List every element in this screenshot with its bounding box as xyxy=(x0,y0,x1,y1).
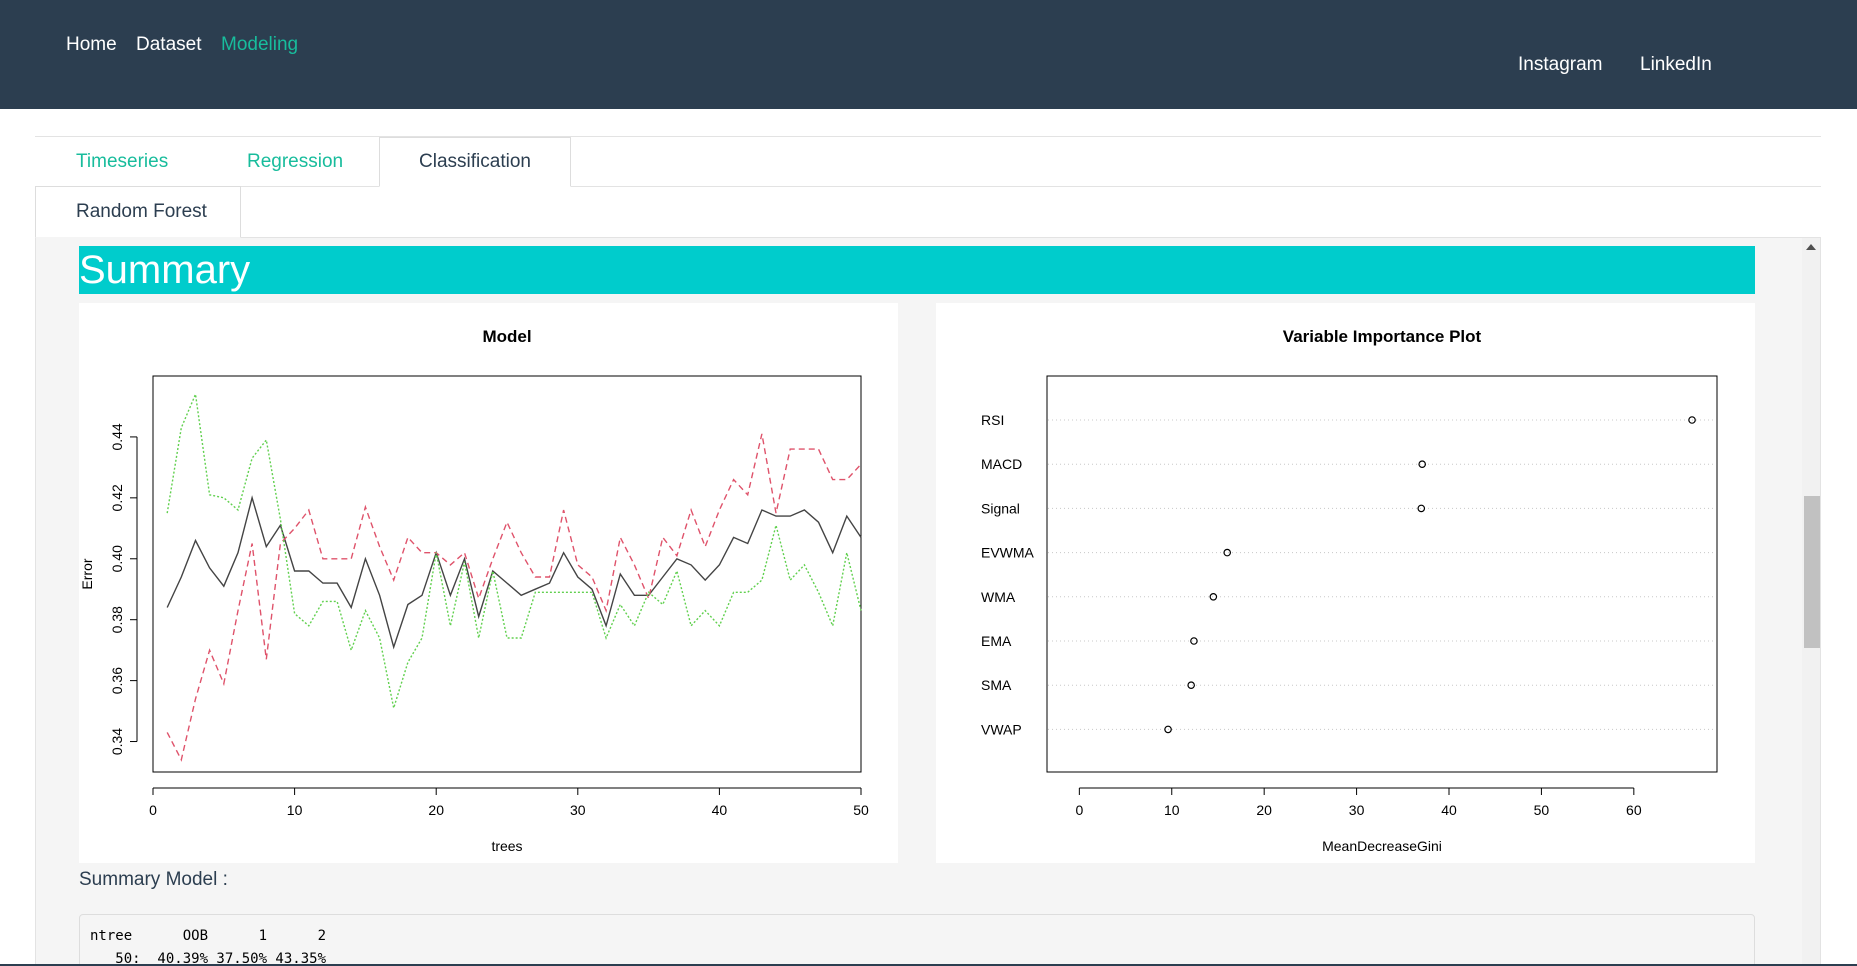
model-error-chart: Model 0 10 20 30 40 50 0.34 0.36 0.38 0.40 0.42 0.44… xyxy=(79,327,869,854)
x-tick-label: 40 xyxy=(712,802,728,818)
variable-importance-plot: Variable Importance Plot RSI MACD Signal EVW… xyxy=(936,303,1755,863)
importance-point xyxy=(1417,504,1426,513)
nav-home-link[interactable]: Home xyxy=(66,34,117,56)
model-plot: Model 0 10 20 30 40 50 0.34 0.36 0.38 0.40 0.42 0.44… xyxy=(79,303,898,863)
category-label: EVWMA xyxy=(981,545,1035,561)
category-label: Signal xyxy=(981,500,1020,516)
scroll-up-arrow-icon[interactable] xyxy=(1806,244,1816,250)
x-axis-label: MeanDecreaseGini xyxy=(1322,838,1442,854)
series-line-0 xyxy=(166,495,862,650)
x-tick-label: 0 xyxy=(149,802,157,818)
y-tick-label: 0.42 xyxy=(109,484,125,511)
x-tick-label: 10 xyxy=(1164,802,1180,818)
x-tick-label: 20 xyxy=(1256,802,1272,818)
summary-panel: Summary Model 0 10 20 30 40 50 0.34 0.36 0.38 0.40… xyxy=(35,237,1821,966)
plot-frame xyxy=(1046,375,1718,773)
summary-banner: Summary xyxy=(79,246,1755,294)
x-tick-label: 50 xyxy=(1534,802,1550,818)
tab-random-forest[interactable]: Random Forest xyxy=(35,186,241,238)
chart-title: Variable Importance Plot xyxy=(1283,327,1482,346)
nav-linkedin-link[interactable]: LinkedIn xyxy=(1640,54,1712,76)
category-label: RSI xyxy=(981,412,1004,428)
plot-frame xyxy=(152,375,862,773)
model-output: ntree OOB 1 2 50: 40.39% 37.50% 43.35% xyxy=(79,914,1755,966)
category-label: VWAP xyxy=(981,721,1022,737)
category-label: WMA xyxy=(981,589,1016,605)
chart-title: Model xyxy=(482,327,531,346)
series-line-1 xyxy=(166,433,862,762)
tab-timeseries[interactable]: Timeseries xyxy=(76,151,168,173)
y-tick-label: 0.36 xyxy=(109,667,125,694)
category-label: EMA xyxy=(981,633,1012,649)
navbar: Home Dataset Modeling Instagram LinkedIn xyxy=(0,0,1857,109)
x-tick-label: 50 xyxy=(853,802,869,818)
x-tick-label: 40 xyxy=(1441,802,1457,818)
nav-dataset-link[interactable]: Dataset xyxy=(136,34,201,56)
y-tick-label: 0.38 xyxy=(109,606,125,633)
x-tick-label: 30 xyxy=(570,802,586,818)
category-label: MACD xyxy=(981,456,1022,472)
x-tick-label: 20 xyxy=(428,802,444,818)
nav-instagram-link[interactable]: Instagram xyxy=(1518,54,1602,76)
scrollbar-thumb[interactable] xyxy=(1804,496,1820,648)
y-tick-label: 0.44 xyxy=(109,423,125,450)
nav-modeling-link[interactable]: Modeling xyxy=(221,34,298,56)
output-line: ntree OOB 1 2 xyxy=(90,928,327,944)
y-tick-label: 0.34 xyxy=(109,728,125,755)
tabs-bottom-rule xyxy=(571,186,1821,187)
tab-regression[interactable]: Regression xyxy=(247,151,343,173)
x-tick-label: 10 xyxy=(287,802,303,818)
importance-point xyxy=(1209,592,1218,601)
category-label: SMA xyxy=(981,677,1012,693)
series-line-2 xyxy=(166,391,862,709)
panel-scrollbar[interactable] xyxy=(1802,238,1820,966)
x-axis-label: trees xyxy=(491,838,522,854)
y-tick-label: 0.40 xyxy=(109,545,125,572)
x-tick-label: 0 xyxy=(1075,802,1083,818)
variable-importance-chart: Variable Importance Plot RSI MACD Signal EVW… xyxy=(981,327,1718,854)
x-tick-label: 30 xyxy=(1349,802,1365,818)
tab-classification[interactable]: Classification xyxy=(379,137,571,187)
y-axis-label: Error xyxy=(79,558,95,589)
x-tick-label: 60 xyxy=(1626,802,1642,818)
summary-model-label: Summary Model : xyxy=(79,869,228,890)
tabs-top-rule xyxy=(35,136,1821,137)
